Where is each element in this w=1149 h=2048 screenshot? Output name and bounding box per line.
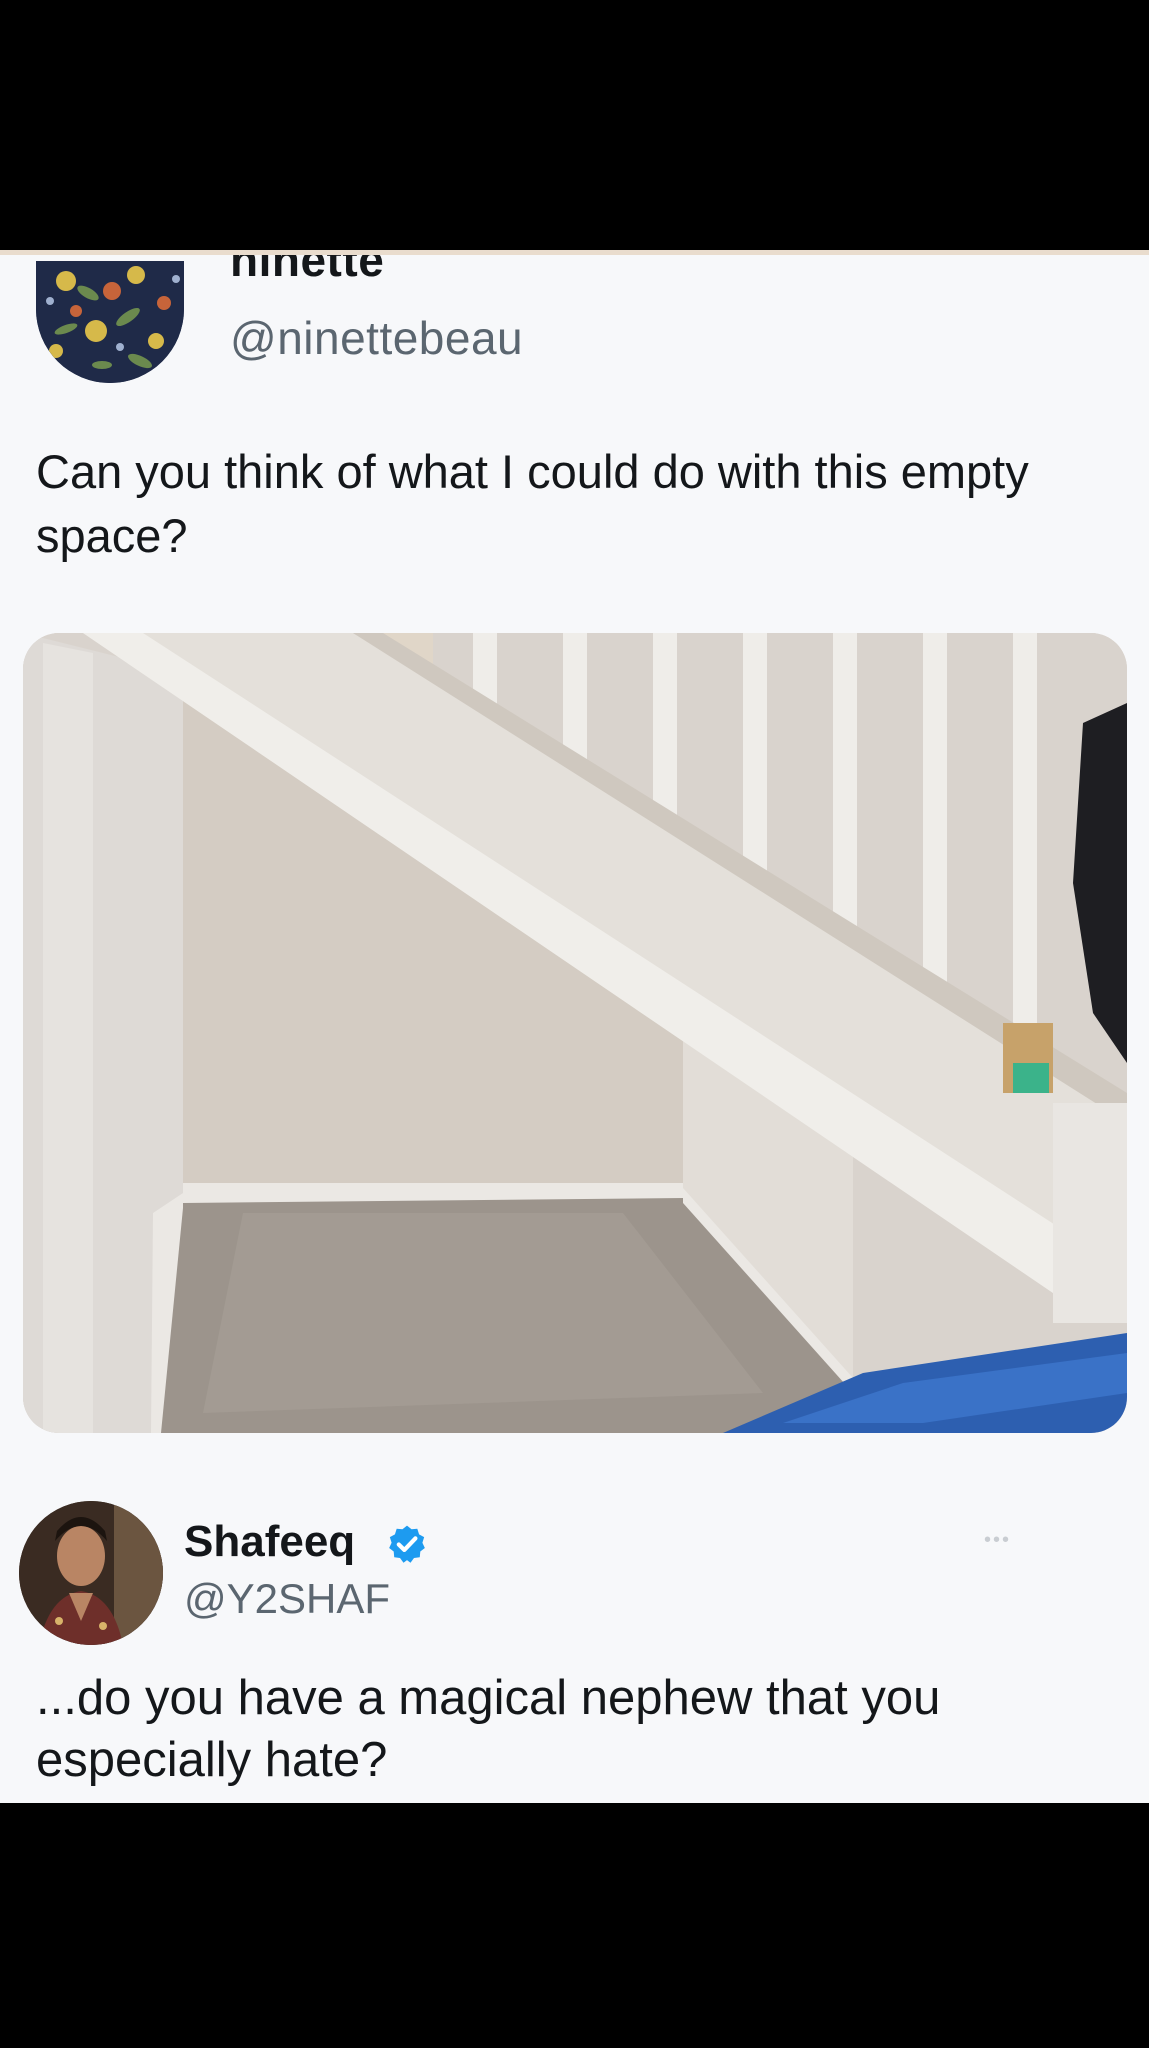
staircase-photo-icon — [23, 633, 1127, 1433]
reply-author-handle[interactable]: @Y2SHAF — [184, 1575, 390, 1623]
reply-author-name[interactable]: Shafeeq — [184, 1517, 355, 1567]
verified-badge-icon — [389, 1525, 425, 1563]
author-name[interactable]: ninette — [230, 255, 384, 287]
author-avatar[interactable] — [36, 261, 184, 383]
tweet-text: Can you think of what I could do with th… — [36, 445, 1029, 562]
profile-photo-icon — [19, 1501, 163, 1645]
tweet-photo[interactable] — [23, 633, 1127, 1433]
more-options-icon[interactable]: ••• — [984, 1530, 1024, 1550]
author-handle[interactable]: @ninettebeau — [230, 311, 523, 365]
top-black-bar — [0, 0, 1149, 250]
tweet-screenshot-card: ninette @ninettebeau Can you think of wh… — [0, 250, 1149, 1803]
reply-text: ...do you have a magical nephew that you… — [36, 1671, 941, 1787]
reply-author-avatar[interactable] — [19, 1501, 163, 1645]
floral-avatar-icon — [36, 261, 184, 383]
bottom-black-bar — [0, 1803, 1149, 2048]
